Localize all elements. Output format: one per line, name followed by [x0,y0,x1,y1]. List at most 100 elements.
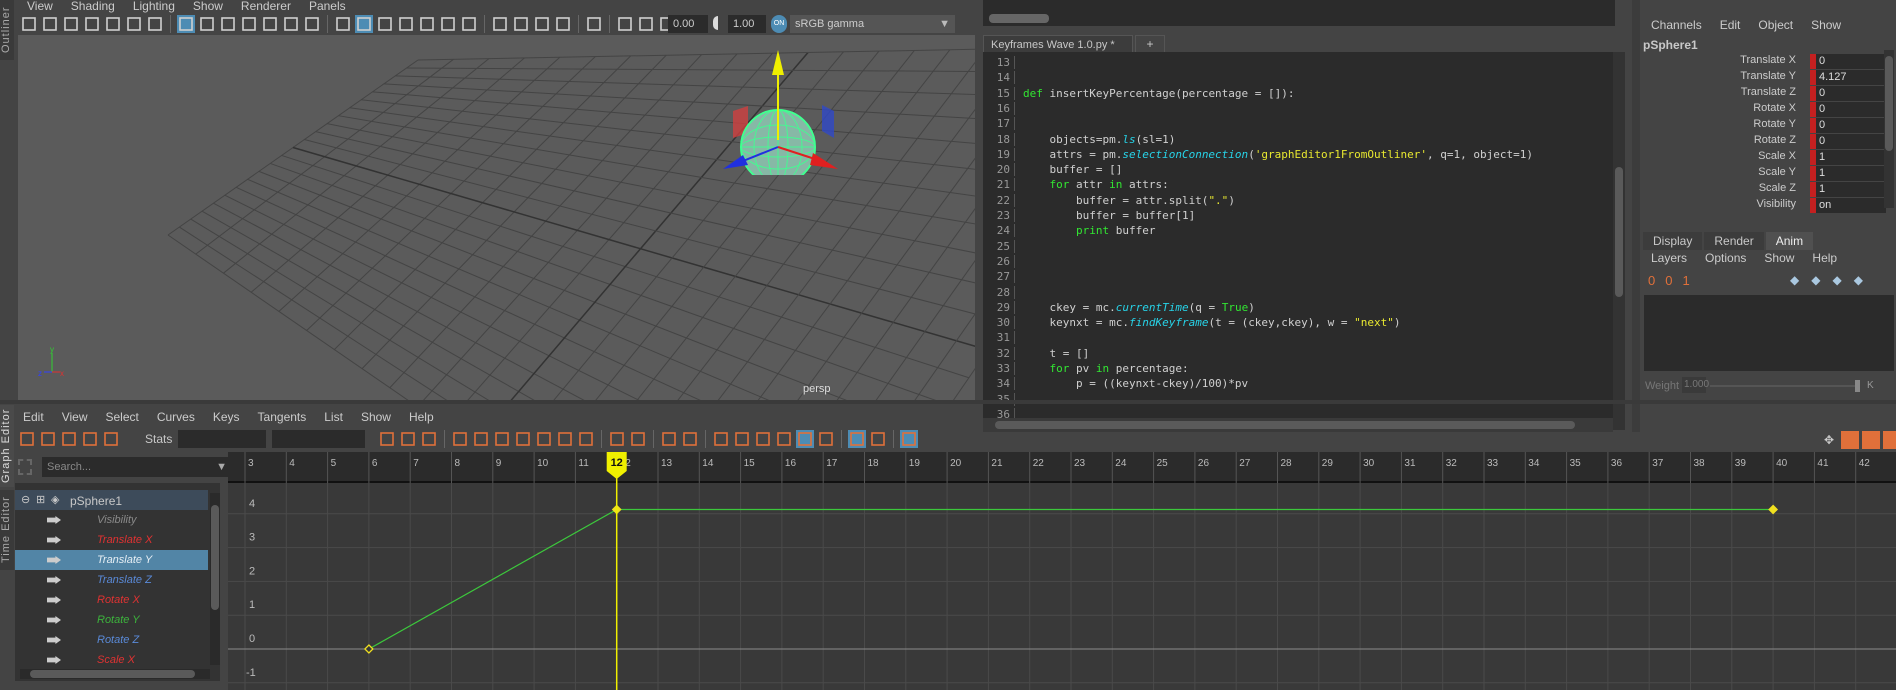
menu-help[interactable]: Help [1803,251,1846,265]
yz-plane-handle[interactable] [822,105,834,138]
menu-show-layers[interactable]: Show [1755,251,1803,265]
menu-object[interactable]: Object [1749,18,1802,32]
panel-splitter[interactable] [1632,0,1640,432]
unify-tangents-icon[interactable] [733,430,751,448]
xray-joints-icon[interactable] [616,15,634,33]
menu-tangents[interactable]: Tangents [249,410,316,424]
outliner-item[interactable]: Translate Y [15,550,208,570]
grease-pencil-icon[interactable] [146,15,164,33]
outliner-item[interactable]: Visibility [15,510,208,530]
safe-title-icon[interactable] [303,15,321,33]
new-layer-override-icon[interactable]: 1 [1682,273,1689,288]
stats-field-2[interactable] [272,430,365,448]
graph-layout-icon[interactable] [1841,431,1859,449]
safe-action-icon[interactable] [282,15,300,33]
outliner-item[interactable]: Translate Z [15,570,208,590]
wireframe-icon[interactable] [334,15,352,33]
menu-panels[interactable]: Panels [300,0,355,13]
resolution-gate-icon[interactable] [219,15,237,33]
menu-lighting[interactable]: Lighting [124,0,184,13]
shadows-icon[interactable] [460,15,478,33]
flat-tangent-icon[interactable] [535,430,553,448]
new-layer-selected-icon[interactable]: 0 [1665,273,1672,288]
step-tangent-icon[interactable] [556,430,574,448]
camera-icon[interactable] [20,15,38,33]
output-scrollbar[interactable] [989,14,1049,23]
menu-show[interactable]: Show [352,410,400,424]
channel-value[interactable]: 1 [1816,150,1886,165]
channel-row[interactable]: Scale Y 1 [1640,166,1888,181]
dope-sheet-layout-icon[interactable] [1862,431,1880,449]
channel-value[interactable]: 0 [1816,54,1886,69]
tangent-in-icon[interactable] [608,430,626,448]
normalize-icon[interactable] [900,430,918,448]
insert-keys-icon[interactable] [39,430,57,448]
menu-edit[interactable]: Edit [1711,18,1750,32]
use-lights-icon[interactable] [439,15,457,33]
menu-channels[interactable]: Channels [1642,18,1711,32]
smooth-shade-icon[interactable] [355,15,373,33]
gamma-icon[interactable] [713,16,723,30]
channel-row[interactable]: Scale X 1 [1640,150,1888,165]
outliner-item[interactable]: Rotate X [15,590,208,610]
clamped-tangent-icon[interactable] [493,430,511,448]
color-space-dropdown[interactable]: sRGB gamma ▼ [790,15,955,33]
tab-anim[interactable]: Anim [1765,232,1814,250]
menu-edit[interactable]: Edit [14,410,53,424]
new-layer-icon[interactable]: 0 [1648,273,1655,288]
outliner-root[interactable]: ⊖ ⊞ ◈ pSphere1 [15,490,208,510]
menu-help[interactable]: Help [400,410,443,424]
spline-tangent-icon[interactable] [472,430,490,448]
channel-value[interactable]: 0 [1816,86,1886,101]
menu-curves[interactable]: Curves [148,410,204,424]
tangent-out-icon[interactable] [629,430,647,448]
menu-layers[interactable]: Layers [1642,251,1696,265]
lock-tangent-weight-icon[interactable] [775,430,793,448]
outliner-item[interactable]: Translate X [15,530,208,550]
xray-icon[interactable] [418,15,436,33]
pane-splitter[interactable] [0,400,1896,404]
menu-renderer[interactable]: Renderer [232,0,300,13]
graph-editor-tab[interactable]: Graph Editor [0,405,14,487]
gate-mask-icon[interactable] [240,15,258,33]
time-snap-icon[interactable] [848,430,866,448]
load-selected-icon[interactable] [817,430,835,448]
channel-row[interactable]: Translate Y 4.127 [1640,70,1888,85]
menu-show[interactable]: Show [184,0,232,13]
lock-camera-icon[interactable] [41,15,59,33]
channel-value[interactable]: 0 [1816,102,1886,117]
swap-buffer-curves-icon[interactable] [681,430,699,448]
layer-options-icon[interactable]: ◆ [1854,273,1863,287]
camera-attributes-icon[interactable] [62,15,80,33]
layer-list[interactable] [1644,295,1894,371]
bookmark-icon[interactable] [83,15,101,33]
menu-view[interactable]: View [18,0,62,13]
menu-view[interactable]: View [53,410,97,424]
channel-row[interactable]: Scale Z 1 [1640,182,1888,197]
screen-space-ao-icon[interactable] [491,15,509,33]
y-arrow-icon[interactable] [772,50,784,75]
code-vertical-scrollbar[interactable] [1613,52,1625,430]
outliner-h-scrollbar[interactable] [20,669,210,679]
buffer-curve-snapshot-icon[interactable] [660,430,678,448]
anti-alias-icon[interactable] [533,15,551,33]
frame-all-icon[interactable]: ✥ [1820,431,1838,449]
exposure-field[interactable]: 0.00 [668,15,708,33]
retime-tool-icon[interactable] [102,430,120,448]
filter-icon[interactable] [18,459,32,475]
channel-row[interactable]: Translate X 0 [1640,54,1888,69]
outliner-tab[interactable]: Outliner [0,0,14,60]
chevron-down-icon[interactable]: ▼ [216,457,227,477]
channel-row[interactable]: Rotate X 0 [1640,102,1888,117]
weight-slider[interactable] [1710,380,1860,392]
frame-playback-range-icon[interactable] [399,430,417,448]
tab-display[interactable]: Display [1643,232,1703,250]
new-tab-button[interactable]: + [1135,35,1165,53]
menu-shading[interactable]: Shading [62,0,124,13]
channel-value[interactable]: 4.127 [1816,70,1886,85]
channel-scrollbar[interactable] [1884,50,1894,208]
stats-field-1[interactable] [178,430,266,448]
motion-blur-icon[interactable] [512,15,530,33]
wireframe-on-shaded-icon[interactable] [397,15,415,33]
center-current-time-icon[interactable] [420,430,438,448]
